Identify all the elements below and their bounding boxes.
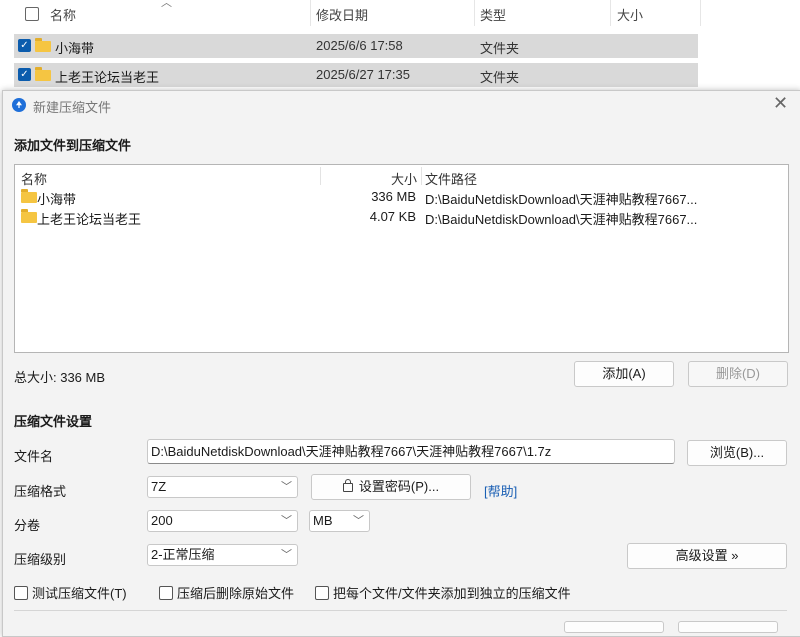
archive-settings-section-title: 压缩文件设置	[14, 414, 93, 429]
chevron-down-icon: ﹀	[281, 481, 292, 493]
row-modified: 2025/6/6 17:58	[316, 38, 403, 53]
compression-level-select[interactable]: 2-正常压缩 ﹀	[147, 544, 298, 566]
explorer-column-header: ︿ 名称 修改日期 类型 大小	[0, 0, 800, 30]
format-select[interactable]: 7Z ﹀	[147, 476, 298, 498]
chevron-down-icon: ﹀	[353, 515, 364, 527]
column-modified[interactable]: 修改日期	[316, 5, 368, 24]
format-label: 压缩格式	[14, 484, 67, 499]
new-archive-dialog: 新建压缩文件 ✕ 添加文件到压缩文件 名称 大小 文件路径 小海带 336 MB…	[2, 90, 800, 637]
delete-button[interactable]: 删除(D)	[688, 361, 788, 387]
column-divider	[610, 0, 611, 26]
folder-icon	[21, 209, 37, 223]
test-archive-option[interactable]: 测试压缩文件(T)	[14, 583, 127, 602]
select-all-checkbox[interactable]	[25, 7, 39, 21]
browse-button[interactable]: 浏览(B)...	[687, 440, 787, 466]
list-header-path[interactable]: 文件路径	[425, 169, 477, 188]
add-button[interactable]: 添加(A)	[574, 361, 674, 387]
set-password-label: 设置密码(P)...	[358, 479, 440, 494]
list-item[interactable]: 小海带 336 MB D:\BaiduNetdiskDownload\天涯神贴教…	[15, 187, 786, 207]
row-name: 小海带	[55, 41, 95, 56]
list-item-size: 336 MB	[371, 189, 416, 204]
test-archive-label: 测试压缩文件(T)	[32, 586, 127, 601]
help-link[interactable]: [帮助]	[484, 481, 517, 500]
lock-icon	[342, 479, 353, 492]
dialog-footer-button[interactable]	[678, 621, 778, 633]
list-item-size: 4.07 KB	[369, 209, 416, 224]
row-name: 上老王论坛当老王	[55, 70, 160, 85]
column-divider	[421, 167, 422, 185]
column-type[interactable]: 类型	[480, 5, 506, 24]
separate-archives-checkbox[interactable]	[315, 586, 329, 600]
list-item[interactable]: 上老王论坛当老王 4.07 KB D:\BaiduNetdiskDownload…	[15, 207, 786, 227]
total-size-label: 总大小: 336 MB	[14, 370, 106, 385]
delete-after-option[interactable]: 压缩后删除原始文件	[159, 583, 294, 602]
column-divider	[310, 0, 311, 26]
dialog-footer-button[interactable]	[564, 621, 664, 633]
row-type: 文件夹	[480, 70, 520, 85]
title-bar[interactable]: 新建压缩文件 ✕	[3, 91, 800, 119]
filename-label: 文件名	[14, 449, 54, 464]
list-header-size[interactable]: 大小	[391, 169, 417, 188]
app-logo-icon	[12, 98, 26, 112]
list-item-name: 小海带	[37, 192, 77, 207]
separate-archives-label: 把每个文件/文件夹添加到独立的压缩文件	[333, 586, 571, 601]
column-divider	[700, 0, 701, 26]
delete-after-label: 压缩后删除原始文件	[177, 586, 295, 601]
chevron-down-icon: ﹀	[281, 515, 292, 527]
column-divider	[474, 0, 475, 26]
folder-icon	[35, 67, 51, 81]
volume-label: 分卷	[14, 518, 41, 533]
row-modified: 2025/6/27 17:35	[316, 67, 410, 82]
row-checkbox[interactable]: ✓	[18, 39, 31, 52]
file-explorer: ︿ 名称 修改日期 类型 大小 ✓ 小海带 2025/6/6 17:58 文件夹…	[0, 0, 800, 92]
list-item-path: D:\BaiduNetdiskDownload\天涯神贴教程7667...	[425, 212, 698, 227]
volume-size-value: 200	[151, 513, 173, 528]
folder-icon	[21, 189, 37, 203]
sort-caret-icon: ︿	[161, 0, 172, 9]
close-icon[interactable]: ✕	[773, 93, 788, 114]
delete-after-checkbox[interactable]	[159, 586, 173, 600]
compression-level-label: 压缩级别	[14, 552, 67, 567]
divider	[14, 610, 787, 611]
format-value: 7Z	[151, 479, 167, 494]
add-files-section-title: 添加文件到压缩文件	[14, 138, 132, 153]
compression-level-value: 2-正常压缩	[151, 547, 215, 562]
column-size[interactable]: 大小	[617, 5, 643, 24]
folder-icon	[35, 38, 51, 52]
advanced-settings-button[interactable]: 高级设置 »	[627, 543, 787, 569]
explorer-row[interactable]: ✓ 小海带 2025/6/6 17:58 文件夹	[14, 34, 698, 58]
set-password-button[interactable]: 设置密码(P)...	[311, 474, 471, 500]
list-item-name: 上老王论坛当老王	[37, 212, 142, 227]
explorer-row[interactable]: ✓ 上老王论坛当老王 2025/6/27 17:35 文件夹	[14, 63, 698, 87]
volume-size-select[interactable]: 200 ﹀	[147, 510, 298, 532]
row-checkbox[interactable]: ✓	[18, 68, 31, 81]
dialog-title: 新建压缩文件	[33, 100, 112, 115]
chevron-down-icon: ﹀	[281, 549, 292, 561]
row-type: 文件夹	[480, 41, 520, 56]
column-divider	[320, 167, 321, 185]
volume-unit-select[interactable]: MB ﹀	[309, 510, 370, 532]
test-archive-checkbox[interactable]	[14, 586, 28, 600]
filename-input[interactable]: D:\BaiduNetdiskDownload\天涯神贴教程7667\天涯神贴教…	[147, 439, 675, 464]
file-list[interactable]: 名称 大小 文件路径 小海带 336 MB D:\BaiduNetdiskDow…	[14, 164, 789, 353]
separate-archives-option[interactable]: 把每个文件/文件夹添加到独立的压缩文件	[315, 583, 571, 602]
column-name[interactable]: 名称	[50, 5, 76, 24]
list-header-name[interactable]: 名称	[21, 169, 47, 188]
list-item-path: D:\BaiduNetdiskDownload\天涯神贴教程7667...	[425, 192, 698, 207]
volume-unit-value: MB	[313, 513, 333, 528]
